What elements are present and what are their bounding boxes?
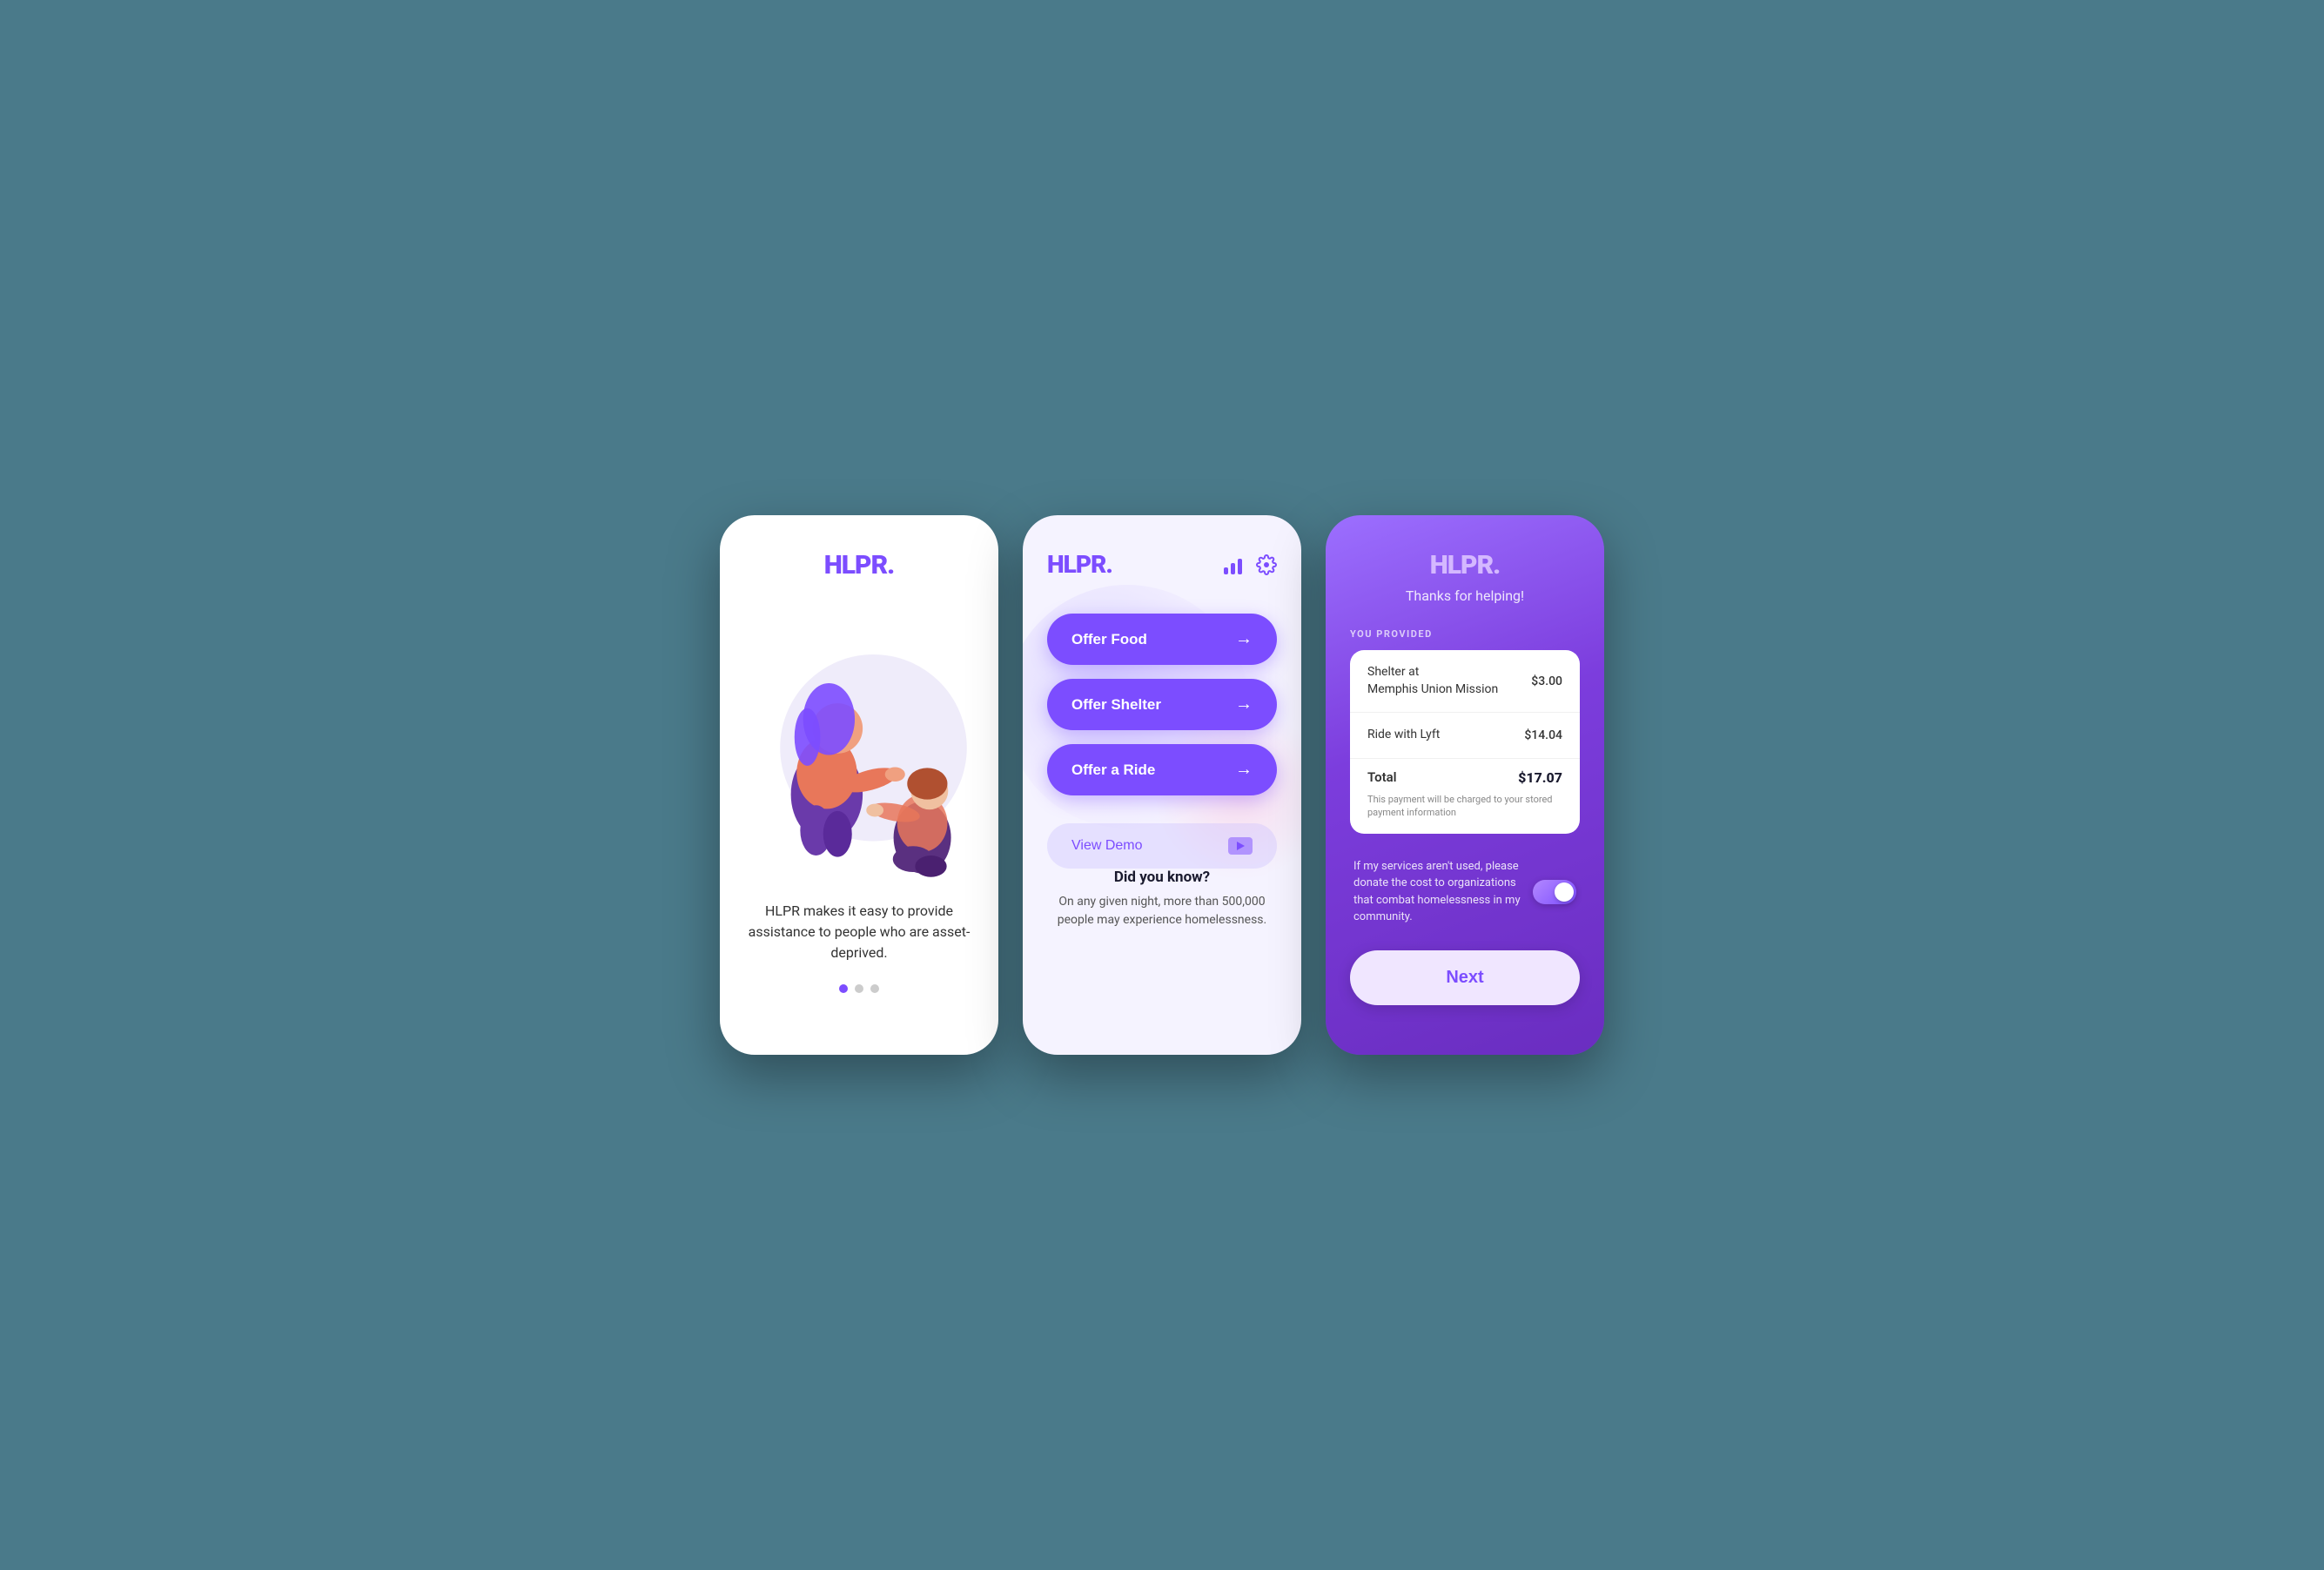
shelter-item-price: $3.00: [1531, 674, 1562, 688]
phone-receipt: HLPR. Thanks for helping! YOU PROVIDED S…: [1326, 515, 1604, 1055]
dot-3: [870, 984, 879, 993]
you-provided-label: YOU PROVIDED: [1350, 628, 1580, 640]
dot-2: [855, 984, 863, 993]
did-you-know-section: Did you know? On any given night, more t…: [1047, 869, 1277, 929]
phone2-icons: [1224, 554, 1277, 575]
lyft-item-price: $14.04: [1524, 728, 1562, 742]
settings-icon[interactable]: [1256, 554, 1277, 575]
phone1-illustration: [744, 601, 974, 880]
view-demo-button[interactable]: View Demo: [1047, 823, 1277, 869]
offer-food-arrow: →: [1235, 629, 1253, 649]
phone2-header: HLPR.: [1047, 550, 1277, 579]
fact-text: On any given night, more than 500,000 pe…: [1047, 893, 1277, 929]
receipt-total-row: Total $17.07: [1350, 759, 1580, 789]
video-icon: [1228, 837, 1253, 855]
toggle-knob: [1555, 882, 1574, 902]
shelter-item-name: Shelter atMemphis Union Mission: [1367, 664, 1498, 698]
offer-buttons: Offer Food → Offer Shelter → Offer a Rid…: [1047, 614, 1277, 795]
dot-1: [839, 984, 848, 993]
phones-container: HLPR.: [720, 515, 1604, 1055]
offer-shelter-button[interactable]: Offer Shelter →: [1047, 679, 1277, 730]
phone-menu: HLPR. Offer Food: [1023, 515, 1301, 1055]
offer-food-button[interactable]: Offer Food →: [1047, 614, 1277, 665]
phone1-logo: HLPR.: [744, 550, 974, 580]
offer-ride-button[interactable]: Offer a Ride →: [1047, 744, 1277, 795]
phone3-logo: HLPR.: [1350, 550, 1580, 580]
total-label: Total: [1367, 769, 1397, 785]
offer-shelter-arrow: →: [1235, 694, 1253, 715]
receipt-row-shelter: Shelter atMemphis Union Mission $3.00: [1350, 650, 1580, 713]
total-amount: $17.07: [1518, 769, 1562, 786]
lyft-item-name: Ride with Lyft: [1367, 727, 1440, 744]
page-dots: [744, 984, 974, 993]
donate-toggle[interactable]: [1533, 880, 1576, 904]
next-button[interactable]: Next: [1350, 950, 1580, 1005]
receipt-row-lyft: Ride with Lyft $14.04: [1350, 713, 1580, 759]
donate-toggle-text: If my services aren't used, please donat…: [1353, 858, 1533, 926]
phone3-subtitle: Thanks for helping!: [1350, 587, 1580, 604]
receipt-note: This payment will be charged to your sto…: [1350, 789, 1580, 834]
phone-onboarding: HLPR.: [720, 515, 998, 1055]
fact-title: Did you know?: [1047, 869, 1277, 886]
phone1-tagline: HLPR makes it easy to provide assistance…: [744, 901, 974, 963]
donate-toggle-row: If my services aren't used, please donat…: [1350, 858, 1580, 926]
receipt-card: Shelter atMemphis Union Mission $3.00 Ri…: [1350, 650, 1580, 834]
phone2-logo: HLPR.: [1047, 550, 1112, 579]
offer-ride-arrow: →: [1235, 760, 1253, 780]
signal-icon: [1224, 555, 1242, 574]
